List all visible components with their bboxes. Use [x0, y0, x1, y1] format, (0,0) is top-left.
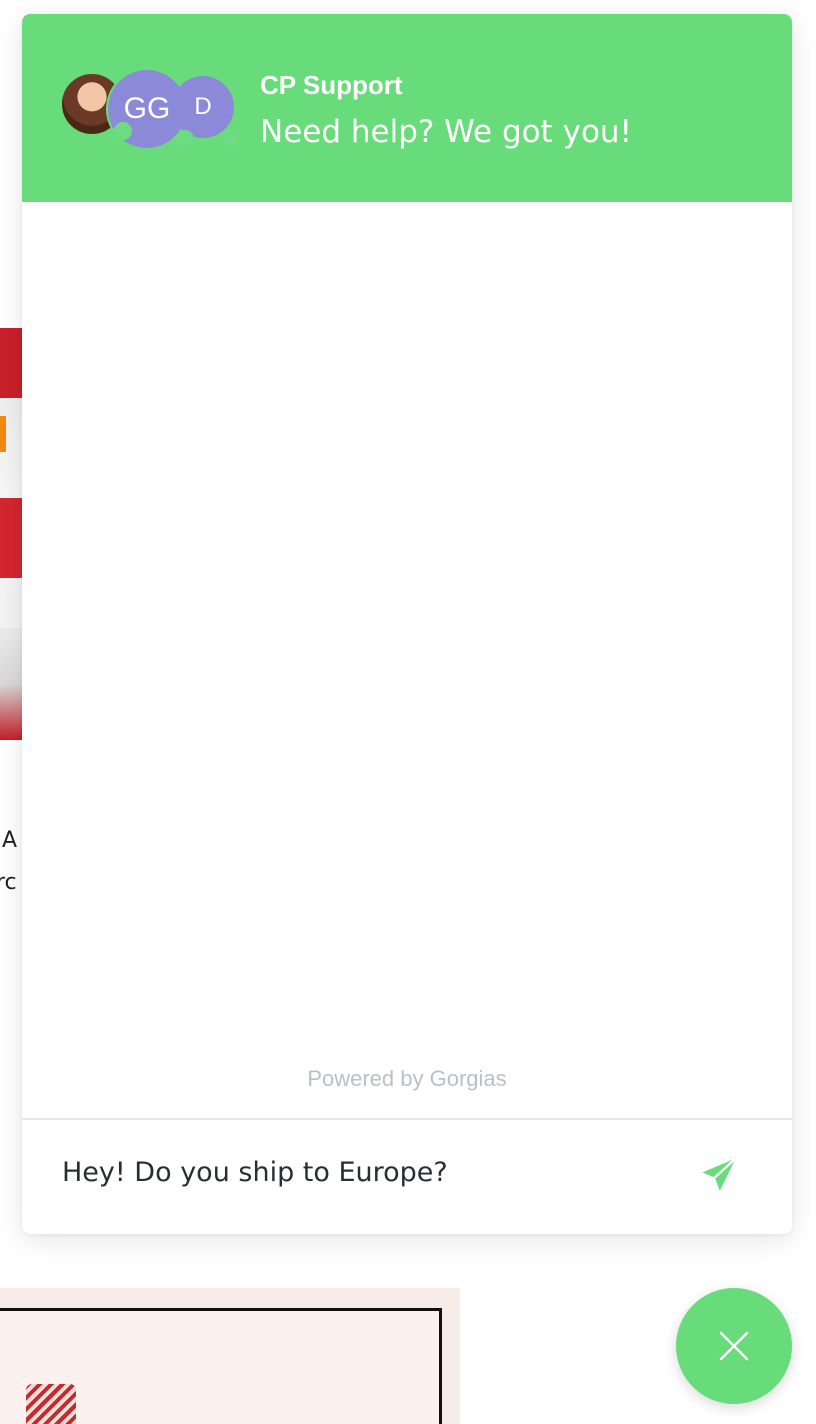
- chat-header-text: CP Support Need help? We got you!: [260, 68, 632, 162]
- background-product-subtitle: rc: [0, 870, 17, 895]
- product-label-tag: [0, 416, 6, 452]
- chat-subtitle: Need help? We got you!: [260, 114, 632, 150]
- close-chat-button[interactable]: [676, 1288, 792, 1404]
- agent-avatars: GG D: [58, 68, 248, 158]
- agent-avatar-d: D: [172, 76, 234, 138]
- avatar-initials: D: [194, 93, 212, 120]
- background-product-title: A: [2, 828, 18, 853]
- send-icon: [702, 1157, 737, 1191]
- avatar-initials: GG: [123, 92, 171, 125]
- chat-title: CP Support: [260, 70, 403, 100]
- chat-header: GG D CP Support Need help? We got you!: [22, 14, 792, 202]
- send-button[interactable]: [694, 1150, 744, 1200]
- message-input[interactable]: [62, 1150, 662, 1194]
- background-bottle-image: [26, 1384, 76, 1424]
- online-status-dot: [222, 128, 240, 146]
- online-status-dot: [114, 122, 132, 140]
- close-icon: [719, 1331, 749, 1361]
- chat-widget: GG D CP Support Need help? We got you! P…: [22, 14, 792, 1234]
- chat-messages-area: [22, 202, 792, 1118]
- message-composer: [22, 1120, 792, 1234]
- online-status-dot: [176, 130, 194, 148]
- background-product-card[interactable]: [0, 1288, 460, 1424]
- page: A rc GG D CP Support Need help? We got y: [0, 0, 816, 1424]
- powered-by-link[interactable]: Powered by Gorgias: [22, 1066, 792, 1092]
